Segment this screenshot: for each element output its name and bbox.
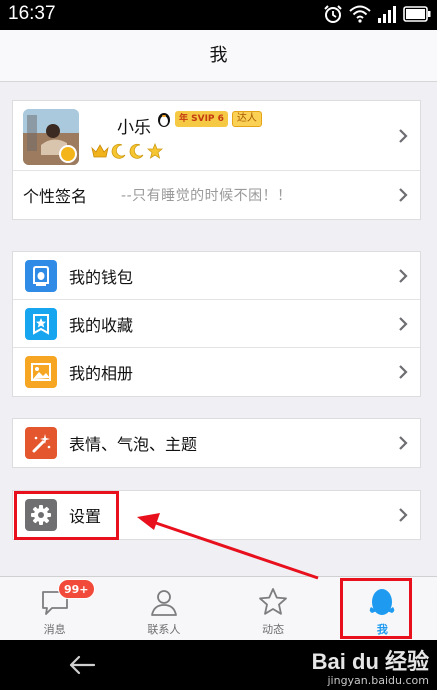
status-bar: 16:37: [0, 0, 437, 30]
moon-level-icon: [111, 144, 126, 159]
status-icons: [323, 4, 431, 24]
signature-label: 个性签名: [23, 187, 88, 206]
back-arrow-icon[interactable]: [68, 654, 96, 676]
wifi-icon: [349, 5, 371, 23]
chevron-right-icon: [399, 365, 408, 379]
tab-label: 联系人: [147, 623, 181, 636]
menu-item-wallet[interactable]: 我的钱包: [13, 252, 420, 300]
menu-group-assets: 我的钱包 我的收藏 我的相册: [12, 251, 421, 397]
menu-item-label: 我的收藏: [69, 315, 134, 335]
tab-moments[interactable]: 动态: [219, 577, 328, 640]
svip-badge: 年 SVIP 6: [175, 111, 228, 127]
profile-row[interactable]: 小乐 年 SVIP 6 达人: [13, 101, 420, 171]
screen: 16:37 我 小乐 年 SVIP 6 达人 个性签名 --只有睡觉的时候不困！…: [0, 0, 437, 690]
annotation-box-me-tab: [340, 578, 412, 639]
profile-group: 小乐 年 SVIP 6 达人 个性签名 --只有睡觉的时候不困！！: [12, 100, 421, 220]
watermark: Bai du 经验 jingyan.baidu.com: [312, 644, 429, 687]
chevron-right-icon: [399, 316, 408, 331]
menu-item-label: 表情、气泡、主题: [69, 435, 198, 454]
level-icons[interactable]: [91, 143, 163, 159]
unread-badge: 99+: [58, 579, 95, 599]
chevron-right-icon: [399, 268, 408, 283]
menu-item-album[interactable]: 我的相册: [13, 348, 420, 396]
menu-item-label: 我的钱包: [69, 267, 134, 287]
menu-item-emoji-bubble-theme[interactable]: 表情、气泡、主题: [13, 419, 420, 467]
menu-item-label: 我的相册: [69, 364, 134, 383]
moon-level-icon: [129, 144, 144, 159]
system-nav-bar: Bai du 经验 jingyan.baidu.com: [0, 640, 437, 690]
signal-icon: [378, 6, 396, 23]
menu-item-favorites[interactable]: 我的收藏: [13, 300, 420, 348]
chevron-right-icon: [399, 508, 408, 522]
favorites-star-icon: [25, 307, 57, 340]
signature-value: --只有睡觉的时候不困！！: [121, 188, 292, 204]
nickname: 小乐: [117, 118, 151, 138]
annotation-box-settings: [14, 491, 119, 540]
menu-group-personalize: 表情、气泡、主题: [12, 418, 421, 468]
wallet-icon: [25, 259, 57, 292]
watermark-sub: jingyan.baidu.com: [327, 674, 429, 687]
alarm-icon: [324, 5, 342, 23]
signature-row[interactable]: 个性签名 --只有睡觉的时候不困！！: [13, 171, 420, 219]
vip-badges[interactable]: 年 SVIP 6 达人: [157, 111, 262, 127]
status-time: 16:37: [8, 3, 56, 24]
chevron-right-icon: [399, 128, 408, 143]
talent-badge: 达人: [231, 111, 262, 127]
crown-level-icon: [91, 144, 109, 158]
chevron-right-icon: [399, 436, 408, 450]
watermark-brand: Bai du 经验: [311, 649, 429, 674]
tab-label: 消息: [43, 623, 66, 636]
magic-wand-icon: [25, 427, 57, 459]
tab-messages[interactable]: 99+ 消息: [0, 577, 109, 640]
album-photo-icon: [25, 356, 57, 388]
battery-icon: [403, 6, 431, 22]
qq-penguin-mini-icon: [158, 113, 170, 127]
star-level-icon: [147, 143, 163, 159]
avatar-status-badge: [59, 145, 77, 163]
star-outline-icon: [259, 588, 288, 615]
page-title: 我: [0, 30, 437, 82]
tab-contacts[interactable]: 联系人: [109, 577, 218, 640]
contacts-person-icon: [150, 590, 177, 616]
chevron-right-icon: [399, 188, 408, 202]
tab-label: 动态: [262, 623, 285, 636]
